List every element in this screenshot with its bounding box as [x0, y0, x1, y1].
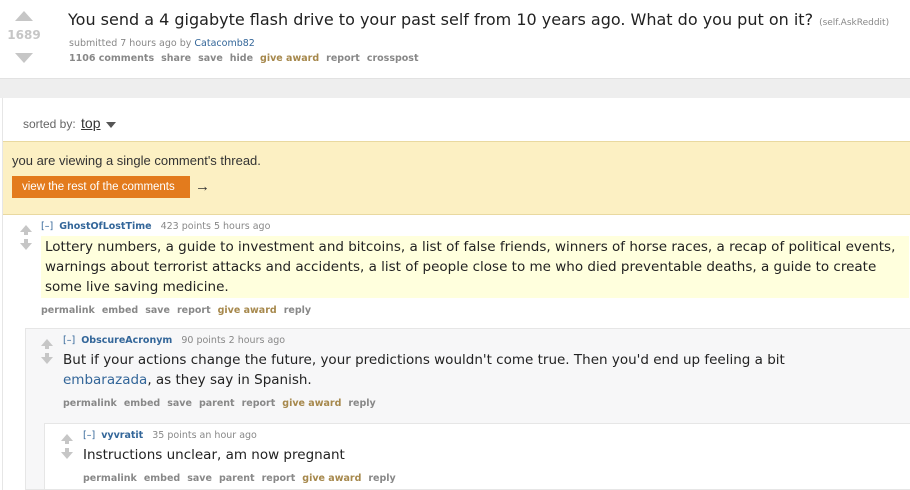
give-award-button[interactable]: give award	[260, 53, 319, 64]
comment-ghostoflosttime: [–] GhostOfLostTime 423 points 5 hours a…	[3, 215, 909, 325]
collapse-toggle[interactable]: [–]	[63, 335, 75, 346]
reply-button[interactable]: reply	[348, 398, 375, 409]
comment-author[interactable]: GhostOfLostTime	[59, 221, 151, 232]
report-button[interactable]: report	[242, 398, 276, 409]
share-button[interactable]: share	[161, 53, 191, 64]
reply-button[interactable]: reply	[368, 473, 395, 484]
post-buttons: 1106 comments share save hide give award repo…	[69, 53, 426, 64]
permalink-button[interactable]: permalink	[63, 398, 117, 409]
comment-text-end: , as they say in Spanish.	[147, 372, 312, 388]
downvote-arrow-icon[interactable]	[41, 357, 53, 364]
upvote-arrow-icon[interactable]	[15, 11, 33, 21]
comment-tagline: [–] ObscureAcronym 90 points 2 hours ago	[63, 335, 285, 346]
permalink-button[interactable]: permalink	[41, 305, 95, 316]
report-button[interactable]: report	[262, 473, 296, 484]
comment-vote	[61, 434, 75, 462]
post-title-row: You send a 4 gigabyte flash drive to you…	[68, 10, 889, 29]
report-button[interactable]: report	[177, 305, 211, 316]
comment-buttons: permalink embed save parent report give award…	[63, 398, 383, 409]
comment-author[interactable]: vyvratit	[101, 430, 143, 441]
hide-button[interactable]: hide	[230, 53, 253, 64]
post-header: 1689 You send a 4 gigabyte flash drive t…	[0, 0, 910, 78]
upvote-stem	[65, 440, 69, 444]
upvote-stem	[24, 231, 28, 235]
comment-body: Lottery numbers, a guide to investment a…	[41, 236, 909, 298]
save-button[interactable]: save	[145, 305, 170, 316]
crosspost-button[interactable]: crosspost	[367, 53, 419, 64]
comment-vote	[41, 339, 55, 367]
comments-link[interactable]: 1106 comments	[69, 53, 154, 64]
save-button[interactable]: save	[187, 473, 212, 484]
embed-button[interactable]: embed	[102, 305, 138, 316]
reply-button[interactable]: reply	[284, 305, 311, 316]
comment-meta: 35 points an hour ago	[152, 430, 257, 441]
report-button[interactable]: report	[326, 53, 360, 64]
post-score: 1689	[7, 28, 41, 42]
banner-text: you are viewing a single comment's threa…	[12, 153, 261, 168]
embed-button[interactable]: embed	[144, 473, 180, 484]
give-award-button[interactable]: give award	[302, 473, 361, 484]
submitted-text: submitted 7 hours ago by	[69, 38, 192, 49]
save-button[interactable]: save	[198, 53, 223, 64]
comment-buttons: permalink embed save report give award reply	[41, 305, 318, 316]
comments-area: sorted by: top you are viewing a single …	[2, 98, 910, 490]
comment-meta: 423 points 5 hours ago	[160, 221, 271, 232]
comment-text: But if your actions change the future, y…	[63, 352, 785, 368]
permalink-button[interactable]: permalink	[83, 473, 137, 484]
collapse-toggle[interactable]: [–]	[83, 430, 95, 441]
give-award-button[interactable]: give award	[218, 305, 277, 316]
comment-tagline: [–] GhostOfLostTime 423 points 5 hours a…	[41, 221, 270, 232]
single-thread-banner: you are viewing a single comment's threa…	[3, 141, 910, 215]
parent-button[interactable]: parent	[199, 398, 235, 409]
downvote-arrow-icon[interactable]	[61, 452, 73, 459]
sort-label: sorted by:	[23, 117, 76, 131]
comment-tagline: [–] vyvratit 35 points an hour ago	[83, 430, 257, 441]
sort-dropdown[interactable]: top	[81, 115, 100, 131]
post-title[interactable]: You send a 4 gigabyte flash drive to you…	[68, 10, 813, 29]
comment-author[interactable]: ObscureAcronym	[81, 335, 172, 346]
view-rest-button[interactable]: view the rest of the comments	[12, 176, 190, 198]
upvote-stem	[45, 345, 49, 349]
post-vote-column: 1689	[0, 0, 50, 78]
comment-buttons: permalink embed save parent report give award…	[83, 473, 403, 484]
post-domain[interactable]: (self.AskReddit)	[819, 18, 889, 28]
give-award-button[interactable]: give award	[282, 398, 341, 409]
comment-vyvratit: [–] vyvratit 35 points an hour ago Instr…	[44, 423, 910, 490]
post-author[interactable]: Catacomb82	[194, 38, 254, 49]
parent-button[interactable]: parent	[219, 473, 255, 484]
comment-vote	[20, 225, 34, 253]
downvote-arrow-icon[interactable]	[20, 243, 32, 250]
save-button[interactable]: save	[167, 398, 192, 409]
downvote-arrow-icon[interactable]	[15, 53, 33, 63]
sort-bar: sorted by: top	[23, 115, 116, 131]
comment-meta: 90 points 2 hours ago	[181, 335, 286, 346]
arrow-right-icon: →	[195, 178, 210, 195]
chevron-down-icon[interactable]	[105, 121, 116, 128]
comment-body: But if your actions change the future, y…	[63, 350, 863, 390]
embed-button[interactable]: embed	[124, 398, 160, 409]
post-tagline: submitted 7 hours ago by Catacomb82	[69, 38, 255, 49]
collapse-toggle[interactable]: [–]	[41, 221, 53, 232]
separator-band	[0, 78, 910, 98]
comment-body: Instructions unclear, am now pregnant	[83, 447, 345, 463]
embarazada-link[interactable]: embarazada	[63, 372, 147, 388]
